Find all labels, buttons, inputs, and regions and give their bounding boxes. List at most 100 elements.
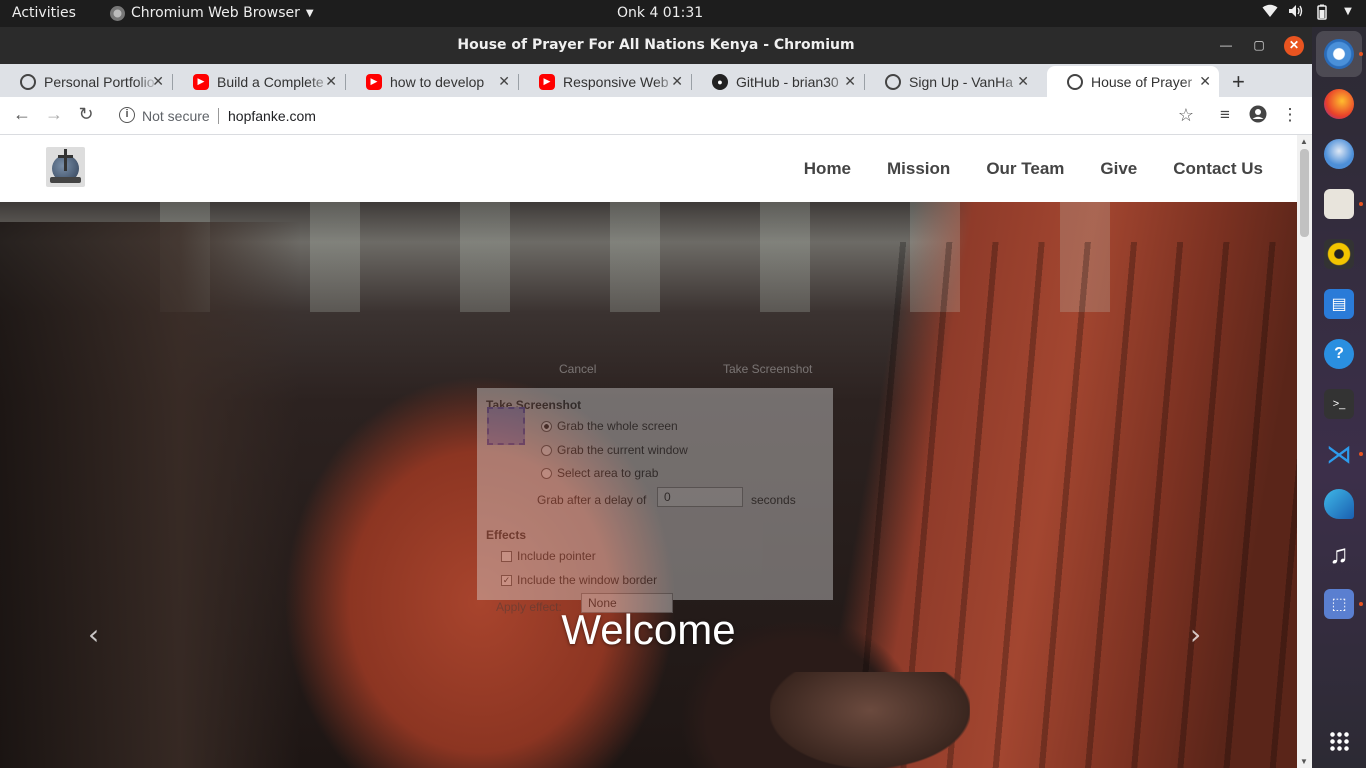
system-tray[interactable]: ▼ xyxy=(1262,4,1356,20)
close-tab-icon[interactable]: ✕ xyxy=(1017,73,1029,90)
nav-mission[interactable]: Mission xyxy=(887,159,950,179)
site-header: Home Mission Our Team Give Contact Us xyxy=(0,135,1297,202)
option-whole-screen[interactable]: Grab the whole screen xyxy=(541,419,678,433)
screenshot-icon[interactable]: ⬚ xyxy=(1324,589,1354,619)
chevron-down-icon: ▼ xyxy=(305,7,314,19)
screenshot-area-icon xyxy=(487,407,525,445)
tab-label: Sign Up - VanHa xyxy=(909,73,1014,90)
include-border-checkbox[interactable]: ✓ Include the window border xyxy=(501,573,657,587)
browser-window: House of Prayer For All Nations Kenya - … xyxy=(0,27,1312,768)
minimize-button[interactable]: — xyxy=(1216,36,1236,56)
tab-responsive-web[interactable]: ▶ Responsive Web ✕ xyxy=(519,66,692,97)
close-window-button[interactable]: ✕ xyxy=(1284,36,1304,56)
new-tab-button[interactable]: + xyxy=(1232,69,1245,95)
window-titlebar[interactable]: House of Prayer For All Nations Kenya - … xyxy=(0,27,1312,64)
github-icon: ● xyxy=(712,73,728,90)
tab-github[interactable]: ● GitHub - brian30 ✕ xyxy=(692,66,865,97)
music-icon[interactable]: ♫ xyxy=(1324,539,1354,569)
rhythmbox-icon[interactable] xyxy=(1324,239,1354,269)
radio-selected-icon xyxy=(541,420,552,432)
close-tab-icon[interactable]: ✕ xyxy=(844,73,856,90)
scroll-down-arrow-icon[interactable]: ▼ xyxy=(1300,757,1308,766)
browser-toolbar: ← → ↻ i Not secure hopfanke.com ☆ ≡ ⋮ xyxy=(0,97,1312,135)
thunderbird-icon[interactable] xyxy=(1324,139,1354,169)
running-indicator xyxy=(1359,602,1363,606)
youtube-icon: ▶ xyxy=(539,73,555,90)
help-icon[interactable]: ? xyxy=(1324,339,1354,369)
option-current-window[interactable]: Grab the current window xyxy=(541,443,688,457)
option-select-area[interactable]: Select area to grab xyxy=(541,466,658,480)
running-indicator xyxy=(1359,452,1363,456)
tab-house-of-prayer[interactable]: House of Prayer ✕ xyxy=(1047,66,1219,97)
hero-photo-hands xyxy=(770,672,970,768)
media-queue-icon[interactable]: ≡ xyxy=(1214,105,1236,125)
tab-personal-portfolio[interactable]: Personal Portfolio ✕ xyxy=(0,66,173,97)
globe-icon xyxy=(1067,73,1083,90)
url-text[interactable]: hopfanke.com xyxy=(228,108,316,124)
nav-give[interactable]: Give xyxy=(1100,159,1137,179)
wifi-icon xyxy=(1262,4,1278,20)
radio-icon xyxy=(541,444,552,456)
forward-button[interactable]: → xyxy=(42,104,66,125)
tab-build-complete[interactable]: ▶ Build a Complete ✕ xyxy=(173,66,346,97)
scroll-up-arrow-icon[interactable]: ▲ xyxy=(1300,137,1308,146)
close-tab-icon[interactable]: ✕ xyxy=(671,73,683,90)
files-icon[interactable] xyxy=(1324,189,1354,219)
dialog-cancel-button[interactable]: Cancel xyxy=(559,362,596,376)
close-tab-icon[interactable]: ✕ xyxy=(1199,73,1211,90)
page-scrollbar[interactable]: ▲ ▼ xyxy=(1297,135,1312,768)
tab-sign-up[interactable]: Sign Up - VanHa ✕ xyxy=(865,66,1037,97)
address-bar[interactable]: i Not secure hopfanke.com ☆ xyxy=(110,101,1208,131)
chromium-icon[interactable] xyxy=(1324,39,1354,69)
web-page: Home Mission Our Team Give Contact Us Ca… xyxy=(0,135,1297,768)
option-label: Select area to grab xyxy=(557,466,659,480)
close-tab-icon[interactable]: ✕ xyxy=(498,73,510,90)
vscode-icon[interactable]: ⋊ xyxy=(1324,439,1354,469)
power-menu-caret: ▼ xyxy=(1344,6,1352,17)
back-button[interactable]: ← xyxy=(10,104,34,125)
running-indicator xyxy=(1359,52,1363,56)
show-applications-icon[interactable] xyxy=(1329,731,1349,751)
hero-photo-pew-left xyxy=(0,222,300,768)
tab-how-to-develop[interactable]: ▶ how to develop ✕ xyxy=(346,66,519,97)
include-pointer-checkbox[interactable]: Include pointer xyxy=(501,549,596,563)
app-menu-label: Chromium Web Browser xyxy=(131,5,300,21)
clock[interactable]: Onk 4 01:31 xyxy=(617,5,703,21)
scrollbar-thumb[interactable] xyxy=(1300,149,1309,237)
carousel-next-icon[interactable]: › xyxy=(1190,618,1201,651)
checkbox-label: Include the window border xyxy=(517,573,658,587)
system-top-bar: Activities Chromium Web Browser ▼ Onk 4 … xyxy=(0,0,1366,27)
profile-avatar-icon[interactable] xyxy=(1247,105,1269,128)
app-menu[interactable]: Chromium Web Browser ▼ xyxy=(110,5,314,21)
nav-contact-us[interactable]: Contact Us xyxy=(1173,159,1263,179)
tab-strip: Personal Portfolio ✕ ▶ Build a Complete … xyxy=(0,64,1312,97)
nav-our-team[interactable]: Our Team xyxy=(986,159,1064,179)
logo-book xyxy=(50,177,81,183)
terminal-icon[interactable]: >_ xyxy=(1324,389,1354,419)
close-tab-icon[interactable]: ✕ xyxy=(152,73,164,90)
dialog-take-screenshot-button[interactable]: Take Screenshot xyxy=(723,362,812,376)
writer-icon[interactable]: ▤ xyxy=(1324,289,1354,319)
delay-spinner[interactable]: 0 xyxy=(657,487,743,507)
option-label: Grab the current window xyxy=(557,443,688,457)
nav-home[interactable]: Home xyxy=(804,159,851,179)
menu-kebab-icon[interactable]: ⋮ xyxy=(1279,105,1301,125)
maximize-button[interactable]: ▢ xyxy=(1249,36,1269,56)
omnibox-divider xyxy=(218,108,219,124)
activities-button[interactable]: Activities xyxy=(12,5,76,21)
youtube-icon: ▶ xyxy=(366,73,382,90)
edge-icon[interactable] xyxy=(1324,489,1354,519)
bookmark-star-icon[interactable]: ☆ xyxy=(1178,105,1194,126)
firefox-icon[interactable] xyxy=(1324,89,1354,119)
security-chip[interactable]: Not secure xyxy=(142,108,210,124)
dialog-header: Cancel Take Screenshot xyxy=(477,350,833,388)
tab-label: House of Prayer xyxy=(1091,73,1193,90)
site-logo[interactable] xyxy=(46,147,85,187)
info-icon[interactable]: i xyxy=(119,107,135,123)
close-tab-icon[interactable]: ✕ xyxy=(325,73,337,90)
reload-button[interactable]: ↻ xyxy=(74,104,98,125)
logo-cross-bar xyxy=(58,155,73,158)
ubuntu-dock: ▤ ? >_ ⋊ ♫ ⬚ xyxy=(1312,27,1366,768)
tab-label: Personal Portfolio xyxy=(44,73,155,90)
battery-icon xyxy=(1314,4,1330,20)
